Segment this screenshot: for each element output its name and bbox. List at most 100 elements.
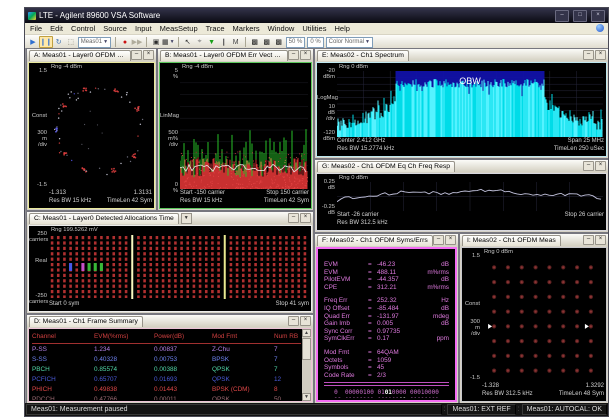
marker-icon[interactable]: M [230,36,242,48]
readout-label: IQ Offset [324,305,368,313]
menu-source[interactable]: Source [99,23,131,34]
scrollbar-thumb[interactable] [302,338,311,360]
marker-to-trace-icon[interactable]: ⌖ [194,36,206,48]
panel-close-button[interactable]: × [595,50,606,60]
plot-area[interactable]: EVM=-46.23dBEVM=488.11m%rmsPilotEVM=-44.… [316,247,457,402]
x-axis-labels: Start -150 carrierStop 150 carrier [180,190,309,196]
panel-titlebar[interactable]: E: Meas02 - Ch1 Spectrum–× [315,49,608,61]
menu-edit[interactable]: Edit [46,23,67,34]
marker-pause-icon[interactable]: ❙ [218,36,230,48]
readout-row: Symbols=45 [324,364,449,372]
resolution-labels-right: TimeLen 48 Sym [559,391,604,397]
menu-utilities[interactable]: Utilities [298,23,330,34]
panel-minimize-button[interactable]: – [583,161,594,171]
panel-minimize-button[interactable]: – [288,213,299,223]
panel-close-button[interactable]: × [300,316,311,326]
table-row[interactable]: PDCCH0.477660.00011QPSK50 [32,395,301,400]
menu-control[interactable]: Control [67,23,99,34]
table-cell: 0.47766 [94,395,154,400]
scale-percent-field[interactable]: 50 % [286,37,306,48]
record-icon[interactable]: ● [119,36,131,48]
title-bar[interactable]: LTE - Agilent 89600 VSA Software – □ × [25,8,608,23]
panel-titlebar[interactable]: C: Meas01 - Layer0 Detected Allocations … [27,212,313,224]
plot-area[interactable]: Rng 0 dBm-20 dBmLogMag10 dB /div-120 dBm… [316,62,607,157]
y-axis-bottom-label: -1.5 [462,375,480,381]
menu-input[interactable]: Input [131,23,156,34]
color-mode-select[interactable]: Color Normal▼ [326,37,373,48]
panel-titlebar[interactable]: G: Meas02 - Ch1 OFDM Eq Ch Freq Resp–× [315,160,608,172]
table-header-row: ChannelEVM(%rms)Power(dB)Mod FmtNum RB [32,330,301,344]
panel-titlebar[interactable]: B: Meas01 - Layer0 OFDM Err Vect Spectru… [158,49,313,61]
resolution-labels-left: Res BW 15 kHz [49,198,91,204]
plot-area[interactable]: ChannelEVM(%rms)Power(dB)Mod FmtNum RBP-… [28,328,312,402]
resolution-labels: Res BW 312.5 kHzTimeLen 48 Sym [482,391,604,397]
trace-layout-icon[interactable]: ▩ [273,36,285,48]
menu-window[interactable]: Window [264,23,299,34]
panel-titlebar[interactable]: A: Meas01 - Layer0 OFDM Meas–× [27,49,156,61]
readout-unit: Hz [441,297,449,305]
panel-close-button[interactable]: × [445,235,456,245]
panel-minimize-button[interactable]: – [288,316,299,326]
y-axis-div-label: 10 dB /div [317,104,335,122]
play-icon[interactable]: ▶ [27,36,39,48]
plot-area[interactable]: Rng 0 dBm1.5Const300 m /div-1.5-1.3281.3… [461,247,607,402]
restart-icon[interactable]: ↻ [53,36,65,48]
table-row[interactable]: PHICH0.498380.01443BPSK (CDM)8 [32,385,301,395]
panel-minimize-button[interactable]: – [131,50,142,60]
table-cell: 8 [274,385,301,395]
table-scrollbar[interactable]: ▲▼ [302,329,311,401]
table-row[interactable]: PCFICH0.657070.01693QPSK12 [32,375,301,385]
panel-buttons: –× [288,50,311,61]
readout-row: SymClkErr=0.17ppm [324,335,449,343]
panel-minimize-button[interactable]: – [583,50,594,60]
menu-markers[interactable]: Markers [229,23,264,34]
menu-help[interactable]: Help [330,23,353,34]
panel-close-button[interactable]: × [143,50,154,60]
trace-format-icon[interactable]: ▩ [261,36,273,48]
help-globe-icon[interactable] [596,24,604,32]
panel-minimize-button[interactable]: – [583,235,594,245]
window-maximize-button[interactable]: □ [573,10,587,22]
app-icon [28,12,36,20]
panel-close-button[interactable]: × [300,213,311,223]
column-header: Mod Fmt [212,330,274,343]
plot-area[interactable]: Rng 0 dBm0.25 dB-0.25 dBStart -26 carrie… [316,173,607,231]
readout-equals: = [368,364,377,372]
readout-row: Quad Err=-131.97mdeg [324,313,449,321]
scroll-up-icon[interactable]: ▲ [302,329,311,337]
panel-titlebar[interactable]: F: Meas02 - Ch1 OFDM Syms/Errs–× [315,234,458,246]
panel-close-button[interactable]: × [300,50,311,60]
window-layout-icon[interactable]: ▦▼ [162,36,175,48]
panel-minimize-button[interactable]: – [288,50,299,60]
plot-area[interactable]: Rng -4 dBm1.5Const300 m /div-1.5-1.3131.… [28,62,155,209]
menu-trace[interactable]: Trace [202,23,229,34]
panel-minimize-button[interactable]: – [433,235,444,245]
trace-data-icon[interactable]: ▩ [249,36,261,48]
offset-percent-field[interactable]: 0 % [307,37,323,48]
plot-area[interactable]: Rng -4 dBm5 %LinMag500 m% /div0 %Start -… [159,62,312,209]
window-close-button[interactable]: × [591,10,605,22]
marker-peak-icon[interactable]: ▼ [206,36,218,48]
menu-meassetup[interactable]: MeasSetup [156,23,202,34]
table-row[interactable]: PBCH0.855740.00388QPSK7 [32,365,301,375]
panel-trace-dropdown-icon[interactable]: ▼ [181,213,192,224]
readout-value: -85.484 [377,305,419,313]
pause-icon[interactable]: ❙❙ [39,36,53,48]
playback-icon[interactable]: ▶▶ [131,36,143,48]
panel-titlebar[interactable]: I: Meas02 - Ch1 OFDM Meas–× [460,234,608,246]
menu-file[interactable]: File [26,23,46,34]
panel-close-button[interactable]: × [595,235,606,245]
panel-close-button[interactable]: × [595,161,606,171]
panel-titlebar[interactable]: D: Meas01 - Ch1 Frame Summary–× [27,315,313,327]
x-axis-labels-left: Start -150 carrier [180,190,225,196]
plot-area[interactable]: Rng 199.5262 mV250 carriersReal-250 carr… [28,225,312,312]
single-acquisition-icon[interactable]: ⬚ [65,36,77,48]
scroll-down-icon[interactable]: ▼ [302,393,311,401]
window-minimize-button[interactable]: – [555,10,569,22]
measurement-select[interactable]: Meas01▼ [78,37,111,48]
table-row[interactable]: S-SS0.403280.00753BPSK7 [32,355,301,365]
table-row[interactable]: P-SS1.2340.00837Z-Chu7 [32,345,301,355]
pointer-icon[interactable]: ↖ [182,36,194,48]
workspace: A: Meas01 - Layer0 OFDM Meas–×Rng -4 dBm… [25,48,608,404]
autoscale-icon[interactable]: ▣ [150,36,162,48]
